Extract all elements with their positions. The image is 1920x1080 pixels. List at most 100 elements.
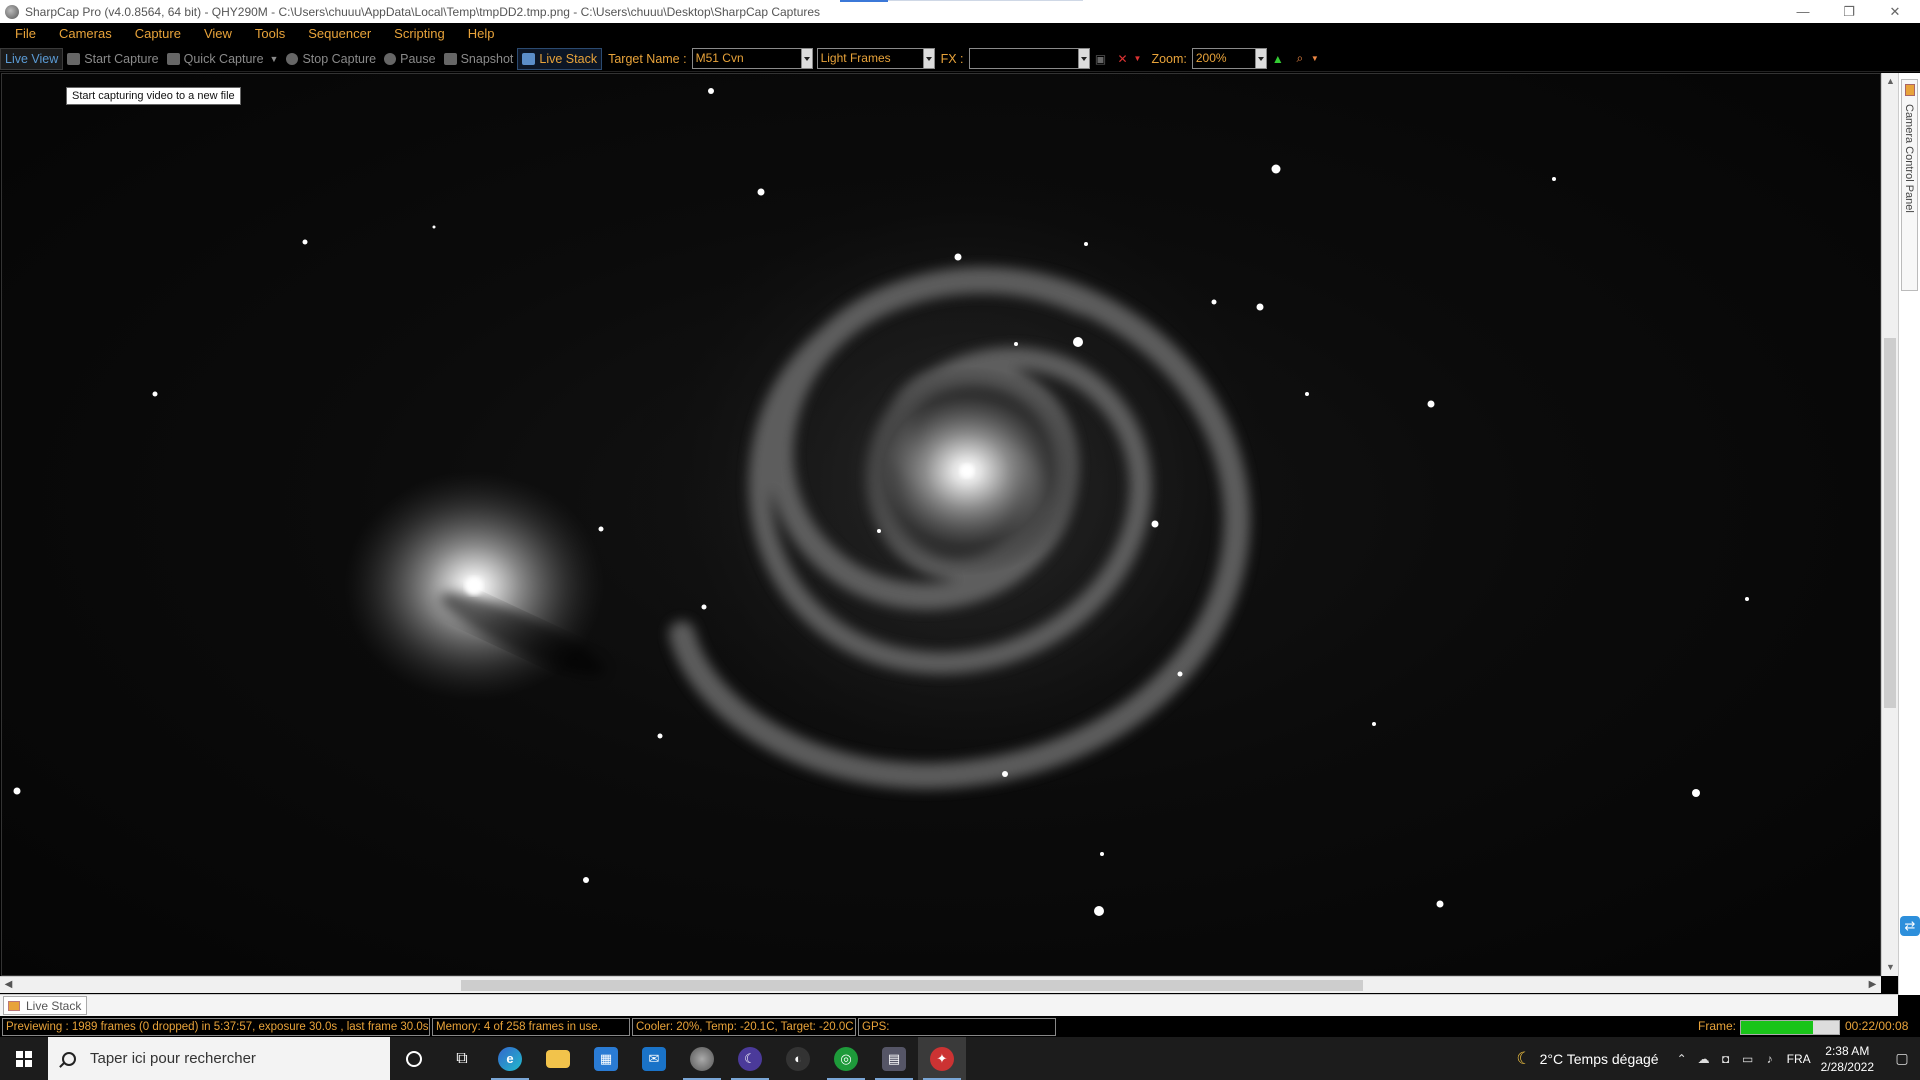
- menu-help[interactable]: Help: [454, 23, 504, 45]
- clock-date: 2/28/2022: [1820, 1059, 1874, 1074]
- horizontal-scrollbar[interactable]: ◀ ▶: [0, 976, 1881, 993]
- taskbar-app-telescope[interactable]: ◐: [774, 1037, 822, 1080]
- snapshot-label: Snapshot: [460, 51, 514, 66]
- histogram-icon[interactable]: ▲: [1270, 51, 1286, 67]
- frame-time: 00:22/00:08: [1845, 1019, 1909, 1033]
- target-name-combo[interactable]: M51 Cvn: [691, 48, 813, 69]
- weather-widget[interactable]: ☾ 2°C Temps dégagé: [1516, 1049, 1658, 1069]
- clock-time: 2:38 AM: [1825, 1043, 1870, 1058]
- camera-control-panel-label: Camera Control Panel: [1903, 104, 1915, 213]
- guiding-icon: ◎: [834, 1046, 858, 1071]
- zoom-combo[interactable]: 200%: [1191, 48, 1267, 69]
- scroll-down-icon[interactable]: ▼: [1882, 959, 1899, 976]
- menu-sequencer[interactable]: Sequencer: [294, 23, 380, 45]
- cooler-status: Cooler: 20%, Temp: -20.1C, Target: -20.0…: [632, 1018, 856, 1036]
- camera-tray-icon[interactable]: ◘: [1715, 1052, 1737, 1066]
- crosshair-icon[interactable]: ✕: [1115, 51, 1131, 67]
- chevron-down-icon[interactable]: ▼: [1311, 54, 1319, 63]
- pause-button[interactable]: Pause: [380, 48, 439, 70]
- live-stack-button[interactable]: Live Stack: [517, 47, 603, 70]
- side-panel: Camera Control Panel ⇄: [1898, 73, 1920, 995]
- live-view-button[interactable]: Live View: [0, 47, 64, 70]
- sharpcap-taskbar-icon: ✦: [930, 1046, 954, 1071]
- menu-cameras[interactable]: Cameras: [45, 23, 121, 45]
- chevron-down-icon[interactable]: [1254, 49, 1266, 68]
- snapshot-button[interactable]: Snapshot: [440, 48, 518, 70]
- task-view-icon: ⧉: [456, 1049, 468, 1067]
- vertical-scroll-thumb[interactable]: [1884, 338, 1896, 708]
- frame-type-combo[interactable]: Light Frames: [816, 48, 935, 69]
- quick-capture-button[interactable]: Quick Capture ▼: [163, 48, 283, 70]
- moon-icon: ☾: [1516, 1048, 1532, 1068]
- camera-control-panel-tab[interactable]: Camera Control Panel: [1901, 79, 1918, 291]
- taskbar-search[interactable]: Taper ici pour rechercher: [48, 1037, 390, 1080]
- taskbar-sharpcap[interactable]: ✦: [918, 1037, 966, 1080]
- cortana-icon: [406, 1050, 422, 1067]
- gps-status: GPS:: [858, 1018, 1056, 1036]
- start-button[interactable]: [0, 1037, 48, 1080]
- menu-file[interactable]: File: [0, 23, 45, 45]
- task-view-button[interactable]: ⧉: [438, 1037, 486, 1080]
- chevron-down-icon[interactable]: [922, 49, 934, 68]
- clock[interactable]: 2:38 AM 2/28/2022: [1821, 1043, 1874, 1075]
- folder-icon: [546, 1049, 570, 1068]
- close-button[interactable]: ✕: [1872, 0, 1918, 23]
- taskbar-app-planet[interactable]: [678, 1037, 726, 1080]
- onedrive-icon[interactable]: ☁: [1693, 1052, 1715, 1066]
- planet-icon: [690, 1046, 714, 1071]
- restore-button[interactable]: ❐: [1826, 0, 1872, 23]
- volume-icon[interactable]: ♪: [1759, 1052, 1781, 1066]
- galaxy-image: [13, 88, 1749, 916]
- edge-icon: e: [498, 1046, 522, 1071]
- pause-label: Pause: [400, 51, 436, 66]
- memory-status: Memory: 4 of 258 frames in use.: [432, 1018, 630, 1036]
- zoom-value: 200%: [1195, 51, 1227, 65]
- language-indicator[interactable]: FRA: [1787, 1052, 1811, 1066]
- fx-settings-icon[interactable]: ▣: [1093, 51, 1109, 67]
- menu-tools[interactable]: Tools: [241, 23, 294, 45]
- taskbar-app-phd[interactable]: ◎: [822, 1037, 870, 1080]
- window-title: SharpCap Pro (v4.0.8564, 64 bit) - QHY29…: [25, 4, 821, 19]
- horizontal-scroll-thumb[interactable]: [461, 980, 1363, 991]
- start-capture-label: Start Capture: [84, 51, 159, 66]
- taskbar-app-stellarium[interactable]: ☾: [726, 1037, 774, 1080]
- vertical-scrollbar[interactable]: ▲ ▼: [1881, 73, 1898, 976]
- menu-capture[interactable]: Capture: [121, 23, 190, 45]
- taskbar-mail[interactable]: ✉: [630, 1037, 678, 1080]
- chevron-down-icon[interactable]: ▼: [270, 54, 279, 64]
- frame-type-value: Light Frames: [820, 51, 891, 65]
- chevron-down-icon[interactable]: [1077, 49, 1089, 68]
- scroll-up-icon[interactable]: ▲: [1882, 73, 1899, 90]
- calculator-icon: ▤: [882, 1046, 906, 1071]
- stop-capture-button[interactable]: Stop Capture: [282, 48, 380, 70]
- taskbar-calculator[interactable]: ▤: [870, 1037, 918, 1080]
- panel-icon: [1905, 84, 1915, 96]
- document-tab-bar: Live Stack: [0, 994, 1898, 1016]
- image-viewport[interactable]: [1, 73, 1881, 976]
- minimize-button[interactable]: —: [1780, 0, 1826, 23]
- scroll-left-icon[interactable]: ◀: [0, 977, 17, 994]
- chevron-down-icon[interactable]: [800, 49, 812, 68]
- windows-logo-icon: [16, 1050, 32, 1067]
- cortana-button[interactable]: [390, 1037, 438, 1080]
- menu-view[interactable]: View: [190, 23, 241, 45]
- snapshot-icon: [443, 52, 457, 65]
- chevron-down-icon[interactable]: ▼: [1134, 54, 1142, 63]
- taskbar-store[interactable]: ▦: [582, 1037, 630, 1080]
- scroll-right-icon[interactable]: ▶: [1864, 977, 1881, 994]
- fx-combo[interactable]: [968, 48, 1090, 69]
- remote-icon[interactable]: ⇄: [1900, 916, 1920, 936]
- taskbar-file-explorer[interactable]: [534, 1037, 582, 1080]
- frame-progress-bar: [1740, 1020, 1840, 1035]
- notification-icon[interactable]: ▢: [1884, 1037, 1920, 1080]
- start-capture-button[interactable]: Start Capture: [63, 48, 162, 70]
- menu-scripting[interactable]: Scripting: [380, 23, 454, 45]
- taskbar-edge[interactable]: e: [486, 1037, 534, 1080]
- title-accent-line: [888, 0, 1083, 1]
- network-icon[interactable]: ▭: [1737, 1052, 1759, 1066]
- chevron-up-icon[interactable]: ⌃: [1671, 1052, 1693, 1066]
- search-icon: [62, 1051, 76, 1066]
- live-stack-tab[interactable]: Live Stack: [3, 996, 88, 1015]
- title-bar: SharpCap Pro (v4.0.8564, 64 bit) - QHY29…: [0, 0, 1920, 23]
- magnifier-icon[interactable]: ⌕: [1292, 51, 1308, 67]
